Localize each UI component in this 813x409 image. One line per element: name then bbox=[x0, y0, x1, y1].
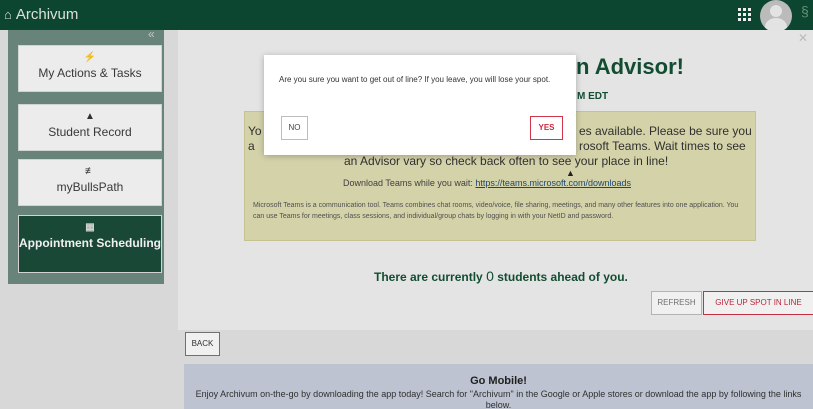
close-icon[interactable]: ✕ bbox=[798, 31, 808, 45]
confirm-leave-dialog: Are you sure you want to get out of line… bbox=[264, 55, 576, 155]
no-button[interactable]: NO bbox=[281, 116, 308, 140]
yes-button[interactable]: YES bbox=[530, 116, 563, 140]
mouse-cursor-icon: ▲ bbox=[566, 168, 575, 178]
dialog-message: Are you sure you want to get out of line… bbox=[279, 75, 551, 84]
